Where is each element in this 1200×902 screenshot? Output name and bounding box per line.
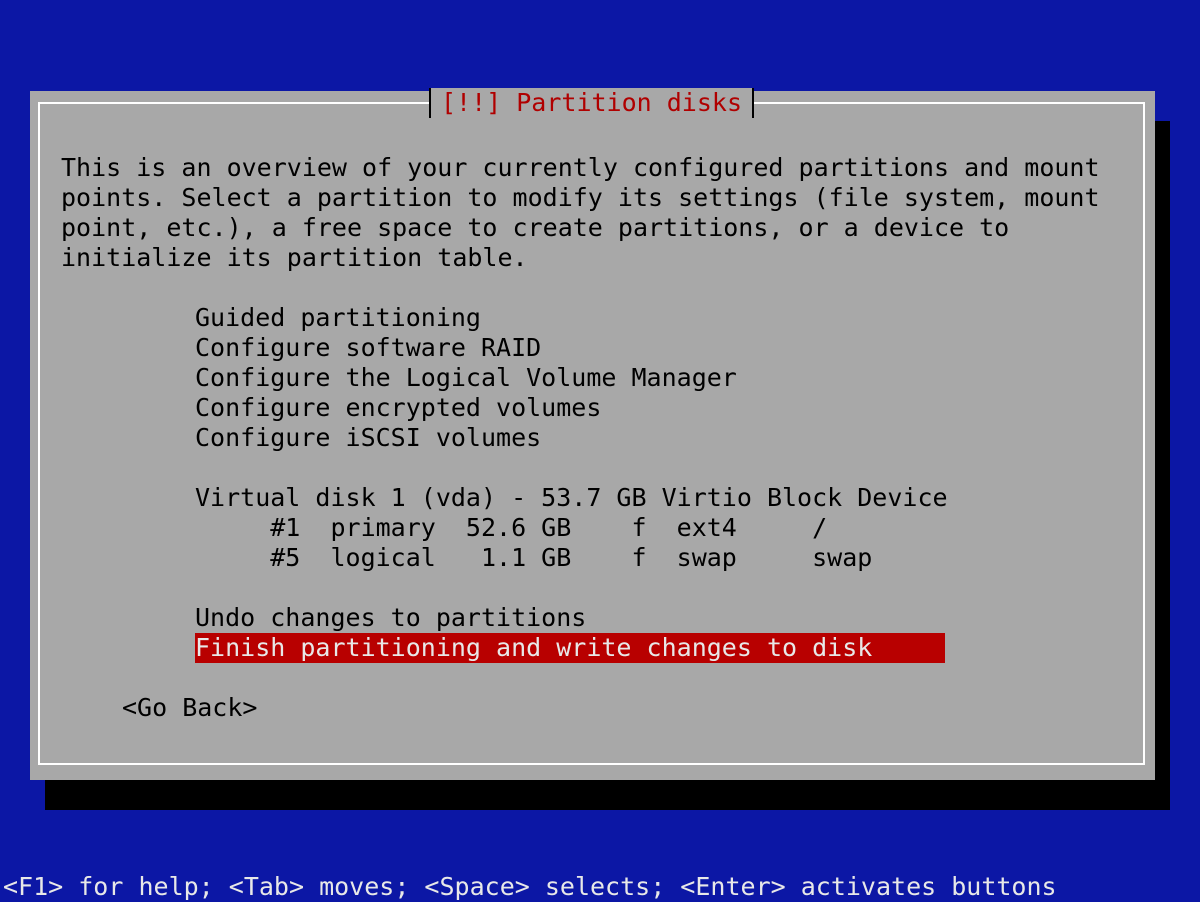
- finish-partitioning-item[interactable]: Finish partitioning and write changes to…: [195, 633, 945, 663]
- menu-item-guided-partitioning[interactable]: Guided partitioning: [195, 303, 481, 333]
- description-line: point, etc.), a free space to create par…: [61, 213, 1010, 242]
- menu-item-lvm[interactable]: Configure the Logical Volume Manager: [195, 363, 737, 393]
- menu-item-iscsi-volumes[interactable]: Configure iSCSI volumes: [195, 423, 541, 453]
- description-line: points. Select a partition to modify its…: [61, 183, 1100, 212]
- menu-item-encrypted-volumes[interactable]: Configure encrypted volumes: [195, 393, 601, 423]
- description-line: This is an overview of your currently co…: [61, 153, 1100, 182]
- dialog-title-wrap: [!!] Partition disks: [40, 88, 1143, 118]
- go-back-button[interactable]: <Go Back>: [122, 693, 257, 723]
- dialog-title: [!!] Partition disks: [428, 88, 755, 118]
- disk-entry[interactable]: Virtual disk 1 (vda) - 53.7 GB Virtio Bl…: [195, 483, 948, 513]
- partition-row[interactable]: #5 logical 1.1 GB f swap swap: [195, 543, 872, 573]
- menu-item-software-raid[interactable]: Configure software RAID: [195, 333, 541, 363]
- undo-changes-item[interactable]: Undo changes to partitions: [195, 603, 586, 633]
- description-line: initialize its partition table.: [61, 243, 528, 272]
- partition-dialog: [!!] Partition disks This is an overview…: [30, 88, 1155, 780]
- partition-row[interactable]: #1 primary 52.6 GB f ext4 /: [195, 513, 827, 543]
